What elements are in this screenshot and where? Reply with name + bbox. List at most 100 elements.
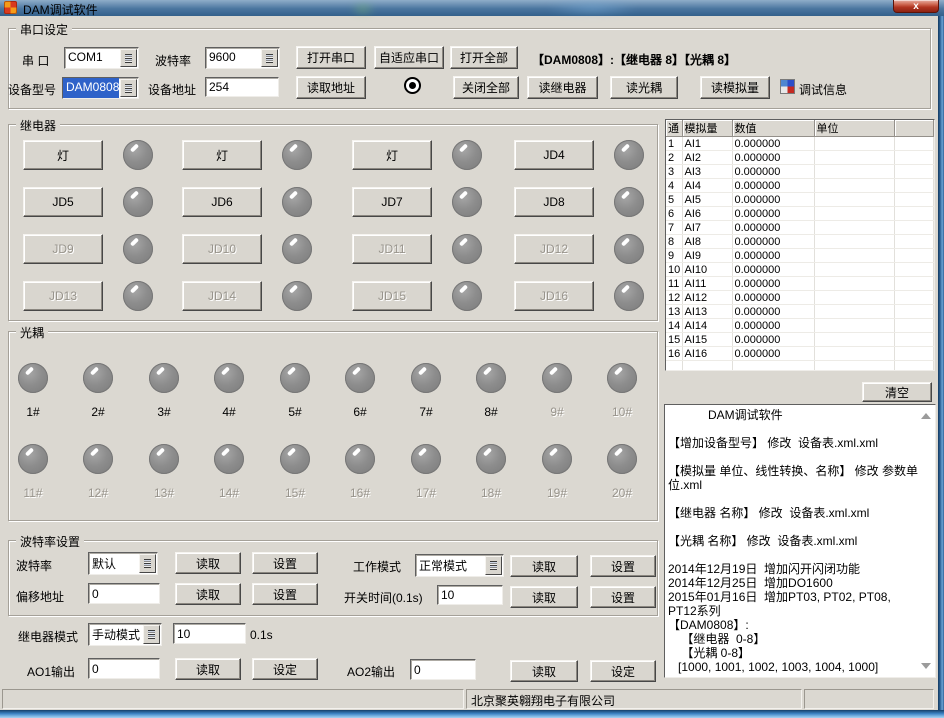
- ao1-input[interactable]: [88, 658, 160, 679]
- opto-label: 5#: [288, 405, 301, 419]
- opto-led-indicator: [411, 444, 441, 474]
- read-opto-button[interactable]: 读光耦: [610, 76, 678, 99]
- read-relay-button[interactable]: 读继电器: [527, 76, 598, 99]
- cell-unit: [814, 151, 894, 165]
- cell-channel: 9: [666, 249, 682, 263]
- relay-button[interactable]: 灯: [182, 140, 262, 170]
- opto-label: 10#: [612, 405, 632, 419]
- address-input[interactable]: [205, 77, 279, 97]
- cell-extra: [894, 291, 934, 305]
- model-select[interactable]: DAM0808: [62, 77, 139, 99]
- company-name: 北京聚英翱翔电子有限公司: [467, 690, 801, 709]
- table-row: 8 AI8 0.000000: [666, 235, 934, 249]
- ao2-set-button[interactable]: 设定: [590, 660, 656, 682]
- dropdown-icon[interactable]: [143, 625, 160, 644]
- relay-button[interactable]: JD5: [23, 187, 103, 217]
- switch-time-input[interactable]: [437, 585, 503, 605]
- relay-button[interactable]: JD6: [182, 187, 262, 217]
- cell-extra: [894, 235, 934, 249]
- switch-time-set-button[interactable]: 设置: [590, 586, 656, 608]
- cell-extra: [894, 193, 934, 207]
- cell-analog: AI6: [682, 207, 732, 221]
- cell-unit: [814, 249, 894, 263]
- cell-value: 0.000000: [732, 235, 814, 249]
- port-select[interactable]: COM1: [64, 47, 139, 69]
- baud2-label: 波特率: [16, 557, 52, 574]
- close-icon[interactable]: x: [893, 0, 939, 13]
- cell-analog: AI16: [682, 347, 732, 361]
- baud-select[interactable]: 9600: [205, 47, 280, 69]
- ao2-input[interactable]: [410, 659, 476, 680]
- cell-channel: 2: [666, 151, 682, 165]
- relay-item: JD7: [352, 186, 484, 218]
- work-mode-select[interactable]: 正常模式: [415, 554, 504, 577]
- relay-mode-select[interactable]: 手动模式: [88, 623, 162, 646]
- cell-extra: [894, 151, 934, 165]
- work-mode-set-button[interactable]: 设置: [590, 555, 656, 577]
- relay-button[interactable]: JD7: [352, 187, 432, 217]
- offset-set-button[interactable]: 设置: [252, 583, 318, 605]
- read-analog-button[interactable]: 读模拟量: [700, 76, 770, 99]
- dropdown-icon[interactable]: [120, 49, 137, 67]
- cell-extra: [894, 165, 934, 179]
- switch-time-read-button[interactable]: 读取: [510, 586, 578, 608]
- opto-item: 1#: [16, 363, 50, 419]
- col-unit[interactable]: 单位: [814, 120, 894, 137]
- cell-channel: 11: [666, 277, 682, 291]
- opto-label: 11#: [23, 486, 42, 500]
- cell-extra: [894, 333, 934, 347]
- cell-analog: AI9: [682, 249, 732, 263]
- close-all-button[interactable]: 关闭全部: [453, 76, 519, 99]
- table-row: 12 AI12 0.000000: [666, 291, 934, 305]
- opto-item: 18#: [474, 444, 508, 500]
- dropdown-icon[interactable]: [139, 554, 156, 573]
- open-all-button[interactable]: 打开全部: [450, 46, 518, 69]
- relay-button: JD9: [23, 234, 103, 264]
- relay-item: JD8: [514, 186, 646, 218]
- relay-mode-label: 继电器模式: [18, 628, 78, 645]
- table-row: 2 AI2 0.000000: [666, 151, 934, 165]
- info-textarea[interactable]: DAM调试软件 【增加设备型号】 修改 设备表.xml.xml 【模拟量 单位、…: [664, 404, 936, 678]
- dropdown-icon[interactable]: [261, 49, 278, 67]
- baud-set-button[interactable]: 设置: [252, 552, 318, 574]
- relay-button[interactable]: JD8: [514, 187, 594, 217]
- dropdown-icon[interactable]: [485, 556, 502, 575]
- relay-time-input[interactable]: [173, 623, 246, 644]
- clear-button[interactable]: 清空: [862, 382, 932, 402]
- adaptive-serial-button[interactable]: 自适应串口: [374, 46, 444, 69]
- relay-button[interactable]: 灯: [352, 140, 432, 170]
- opto-item: 10#: [605, 363, 639, 419]
- offset-input[interactable]: [88, 583, 160, 604]
- table-row: 11 AI11 0.000000: [666, 277, 934, 291]
- work-mode-read-button[interactable]: 读取: [510, 555, 578, 577]
- open-serial-button[interactable]: 打开串口: [296, 46, 366, 69]
- relay-button[interactable]: JD4: [514, 140, 594, 170]
- opto-item: 15#: [278, 444, 312, 500]
- read-address-button[interactable]: 读取地址: [296, 76, 366, 99]
- opto-label: 18#: [481, 486, 501, 500]
- scroll-up-icon[interactable]: [921, 413, 931, 419]
- ao2-read-button[interactable]: 读取: [510, 660, 578, 682]
- cell-analog: AI3: [682, 165, 732, 179]
- col-value[interactable]: 数值: [732, 120, 814, 137]
- scroll-down-icon[interactable]: [921, 663, 931, 669]
- relay-button[interactable]: 灯: [23, 140, 103, 170]
- baud2-select[interactable]: 默认: [88, 552, 158, 575]
- cell-analog: AI1: [682, 137, 732, 151]
- debug-image-icon[interactable]: [780, 79, 795, 94]
- info-text: DAM调试软件 【增加设备型号】 修改 设备表.xml.xml 【模拟量 单位、…: [665, 405, 935, 677]
- baud-read-button[interactable]: 读取: [175, 552, 241, 574]
- ao1-read-button[interactable]: 读取: [175, 658, 241, 680]
- opto-label: 2#: [91, 405, 104, 419]
- opto-led-indicator: [280, 363, 310, 393]
- table-row: 3 AI3 0.000000: [666, 165, 934, 179]
- col-analog[interactable]: 模拟量: [682, 120, 732, 137]
- relay-item: JD13: [23, 280, 155, 312]
- col-channel[interactable]: 通: [666, 120, 682, 137]
- ao1-set-button[interactable]: 设定: [252, 658, 318, 680]
- relay-led-indicator: [452, 187, 482, 217]
- cell-channel: 10: [666, 263, 682, 277]
- dropdown-icon[interactable]: [120, 79, 137, 97]
- table-header-row: 通 模拟量 数值 单位: [666, 120, 934, 137]
- offset-read-button[interactable]: 读取: [175, 583, 241, 605]
